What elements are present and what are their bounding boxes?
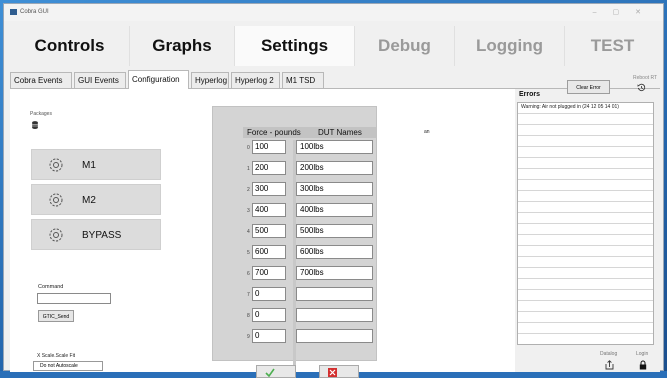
force-row: 3 400 400lbs xyxy=(245,203,375,217)
export-icon[interactable] xyxy=(605,360,614,370)
tab-graphs[interactable]: Graphs xyxy=(130,26,235,66)
main-tab-bar: Controls Graphs Settings Debug Logging T… xyxy=(10,26,660,66)
force-value-field[interactable]: 700 xyxy=(252,266,286,280)
tab-debug[interactable]: Debug xyxy=(355,26,455,66)
package-label: M1 xyxy=(82,160,96,171)
xscale-value: Do not Autoscale xyxy=(40,363,78,369)
force-row: 70 xyxy=(245,287,375,301)
force-row: 1 200 200lbs xyxy=(245,161,375,175)
row-index: 4 xyxy=(247,229,250,235)
dut-name-field[interactable]: 600lbs xyxy=(296,245,373,259)
force-row: 6 700 700lbs xyxy=(245,266,375,280)
subtab-cobra-events[interactable]: Cobra Events xyxy=(10,72,72,88)
row-index: 2 xyxy=(247,187,250,193)
reboot-icon[interactable] xyxy=(637,83,646,92)
subtab-hyperlog-2[interactable]: Hyperlog 2 xyxy=(231,72,280,88)
force-row: 2 300 300lbs xyxy=(245,182,375,196)
datalog-label: Datalog xyxy=(600,351,618,357)
packages-label: Packages xyxy=(30,111,52,117)
command-label: Command xyxy=(38,284,64,290)
reboot-label: Reboot RT xyxy=(633,75,658,81)
row-index: 0 xyxy=(247,145,250,151)
dut-name-field[interactable] xyxy=(296,287,373,301)
window-controls[interactable]: –▢✕ xyxy=(593,4,657,21)
force-value-field[interactable]: 600 xyxy=(252,245,286,259)
title-bar: Cobra GUI –▢✕ xyxy=(4,4,663,21)
save-button[interactable] xyxy=(256,365,296,378)
dut-name-field[interactable]: 500lbs xyxy=(296,224,373,238)
subtab-gui-events[interactable]: GUI Events xyxy=(74,72,126,88)
gtic-send-button[interactable]: GTIC_Send xyxy=(38,310,74,322)
dut-name-field[interactable]: 300lbs xyxy=(296,182,373,196)
force-value-field[interactable]: 400 xyxy=(252,203,286,217)
package-button-m1[interactable]: M1 xyxy=(31,149,161,180)
force-value-field[interactable]: 0 xyxy=(252,308,286,322)
force-value-field[interactable]: 200 xyxy=(252,161,286,175)
force-row: 5 600 600lbs xyxy=(245,245,375,259)
command-input[interactable] xyxy=(37,293,111,304)
clear-error-button[interactable]: Clear Error xyxy=(567,80,610,94)
force-header-label: Force - pounds xyxy=(247,128,301,137)
row-index: 8 xyxy=(247,313,250,319)
errors-panel: Reboot RT Clear Error Errors Warning: Ai… xyxy=(515,75,660,372)
row-index: 1 xyxy=(247,166,250,172)
dut-names-header-label: DUT Names xyxy=(318,128,362,137)
row-index: 5 xyxy=(247,250,250,256)
tab-test[interactable]: TEST xyxy=(565,26,660,66)
xscale-label: X Scale.Scale Fit xyxy=(37,353,76,359)
app-icon xyxy=(10,9,17,15)
dut-name-field[interactable]: 200lbs xyxy=(296,161,373,175)
force-value-field[interactable]: 300 xyxy=(252,182,286,196)
configuration-panel: Packages M1 M2 BYPASS Command GTIC_Send … xyxy=(10,89,515,378)
subtab-m1-tsd[interactable]: M1 TSD xyxy=(282,72,324,88)
package-label: BYPASS xyxy=(82,230,122,241)
force-row: 90 xyxy=(245,329,375,343)
gear-icon xyxy=(49,228,63,242)
force-row: 0 100 100lbs xyxy=(245,140,375,154)
force-table-header: Force - pounds DUT Names xyxy=(243,127,376,138)
lock-icon[interactable] xyxy=(639,360,647,370)
gear-icon xyxy=(49,158,63,172)
package-button-bypass[interactable]: BYPASS xyxy=(31,219,161,250)
side-label: an xyxy=(424,129,430,135)
force-value-field[interactable]: 0 xyxy=(252,329,286,343)
close-icon xyxy=(328,368,337,377)
errors-list[interactable]: Warning: Air not plugged in (24 12 05 14… xyxy=(517,102,654,345)
tab-settings[interactable]: Settings xyxy=(235,26,355,66)
cancel-button[interactable] xyxy=(319,365,359,378)
sub-tab-bar: Cobra Events GUI Events Configuration Hy… xyxy=(10,70,660,89)
window-title: Cobra GUI xyxy=(20,9,49,15)
gear-icon xyxy=(49,193,63,207)
login-label: Login xyxy=(636,351,649,357)
force-row: 4 500 500lbs xyxy=(245,224,375,238)
row-index: 9 xyxy=(247,334,250,340)
force-value-field[interactable]: 500 xyxy=(252,224,286,238)
package-label: M2 xyxy=(82,195,96,206)
row-index: 3 xyxy=(247,208,250,214)
dut-name-field[interactable] xyxy=(296,308,373,322)
app-window: Cobra GUI –▢✕ Controls Graphs Settings D… xyxy=(3,3,664,378)
row-index: 7 xyxy=(247,292,250,298)
error-item: Warning: Air not plugged in (24 12 05 14… xyxy=(521,104,619,110)
force-table-panel: Force - pounds DUT Names 0 100 100lbs 1 200 2… xyxy=(212,106,377,365)
package-button-m2[interactable]: M2 xyxy=(31,184,161,215)
xscale-select[interactable]: Do not Autoscale xyxy=(33,361,103,371)
force-row: 80 xyxy=(245,308,375,322)
dut-name-field[interactable]: 100lbs xyxy=(296,140,373,154)
subtab-configuration[interactable]: Configuration xyxy=(128,70,189,89)
tab-controls[interactable]: Controls xyxy=(10,26,130,66)
row-index: 6 xyxy=(247,271,250,277)
tab-logging[interactable]: Logging xyxy=(455,26,565,66)
database-icon xyxy=(32,121,38,129)
dut-name-field[interactable] xyxy=(296,329,373,343)
errors-title: Errors xyxy=(519,91,541,98)
force-value-field[interactable]: 100 xyxy=(252,140,286,154)
subtab-hyperlog[interactable]: Hyperlog xyxy=(191,72,229,88)
check-icon xyxy=(265,368,275,377)
dut-name-field[interactable]: 700lbs xyxy=(296,266,373,280)
force-value-field[interactable]: 0 xyxy=(252,287,286,301)
dut-name-field[interactable]: 400lbs xyxy=(296,203,373,217)
